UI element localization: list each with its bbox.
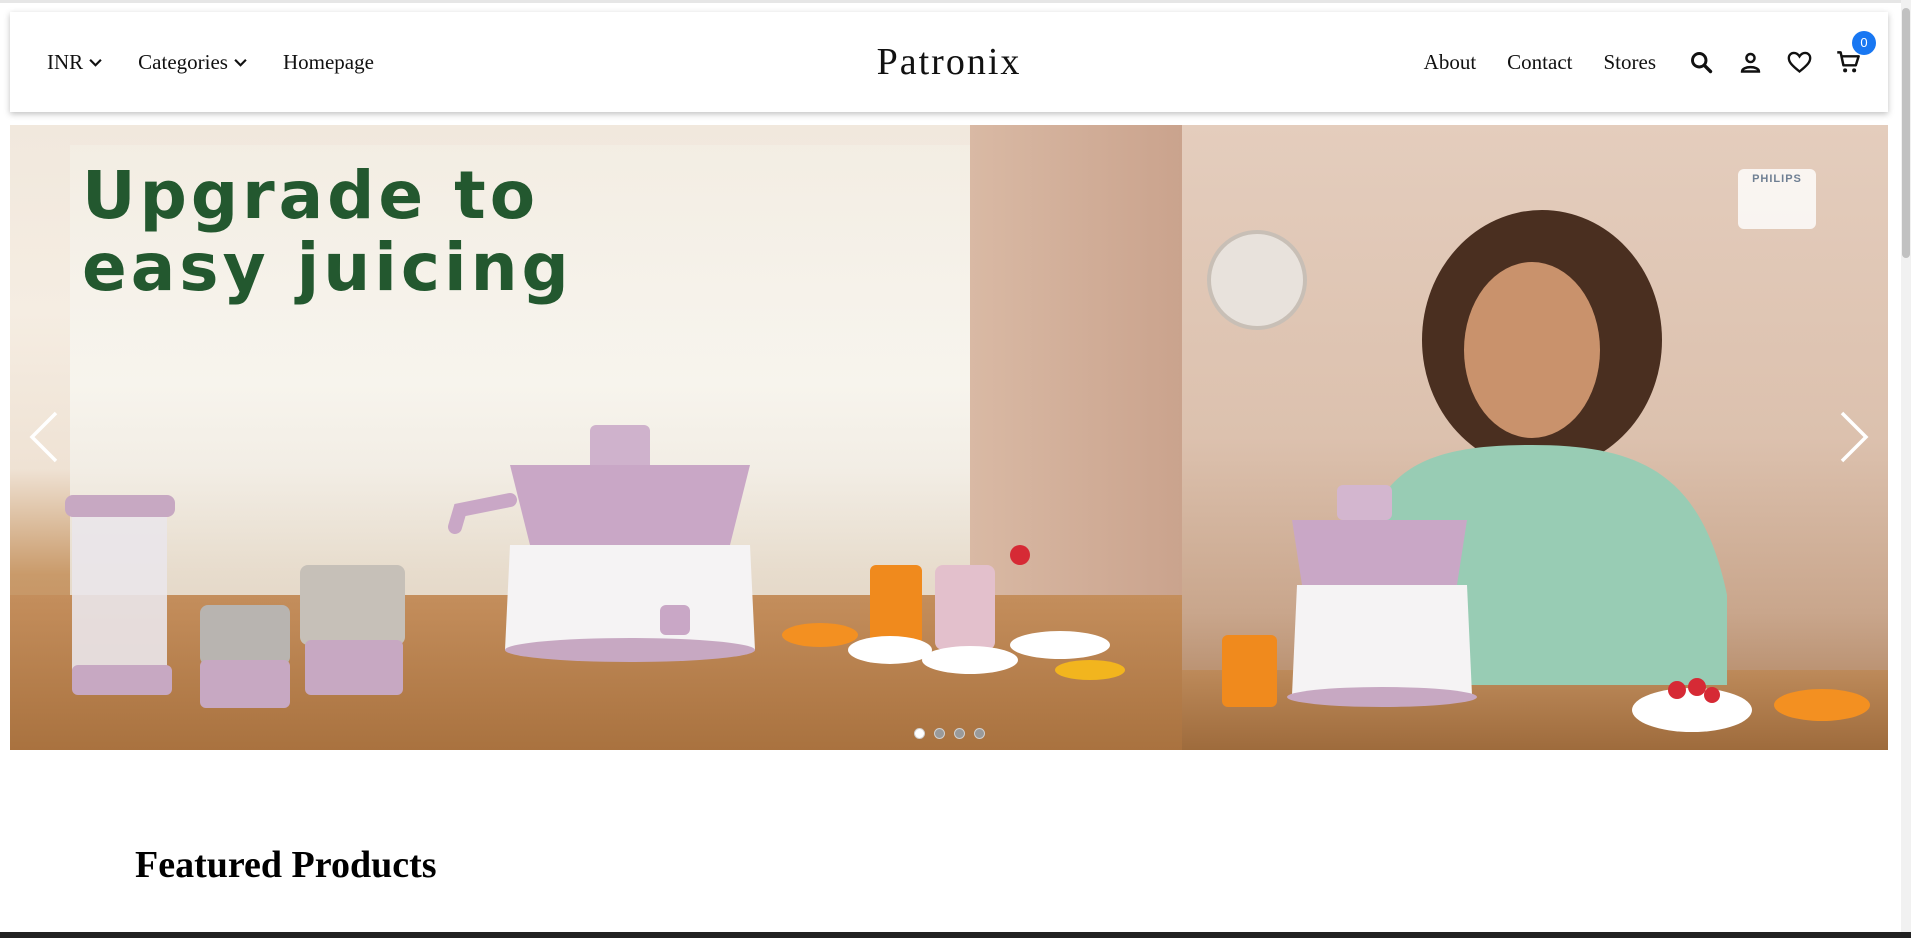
cart-count-badge: 0 — [1852, 30, 1876, 55]
brand-shield-logo: PHILIPS — [1738, 169, 1816, 229]
hero-carousel: Upgrade to easy juicing PHILIPS — [10, 125, 1888, 750]
hero-headline-line2: easy juicing — [82, 229, 573, 306]
site-header: INR Categories Homepage Patronix About C… — [10, 12, 1888, 112]
hero-image-right: PHILIPS — [1182, 125, 1888, 750]
categories-label: Categories — [138, 49, 228, 74]
contact-link[interactable]: Contact — [1507, 50, 1572, 75]
carousel-indicators — [10, 728, 1888, 739]
header-icons: 0 — [1688, 12, 1876, 112]
stores-link[interactable]: Stores — [1604, 50, 1657, 75]
cart-button[interactable]: 0 — [1835, 30, 1876, 76]
currency-label: INR — [47, 49, 84, 74]
currency-selector[interactable]: INR — [47, 50, 102, 75]
scrollbar-thumb[interactable] — [1902, 8, 1910, 258]
hero-headline: Upgrade to easy juicing — [82, 160, 573, 304]
chevron-right-icon[interactable] — [1834, 407, 1874, 467]
categories-menu[interactable]: Categories — [138, 50, 247, 75]
about-link[interactable]: About — [1424, 50, 1477, 75]
featured-products-heading: Featured Products — [135, 844, 437, 886]
browser-top-line — [0, 0, 1911, 3]
carousel-dot[interactable] — [953, 728, 965, 739]
hero-headline-line1: Upgrade to — [82, 157, 540, 234]
search-icon[interactable] — [1688, 49, 1715, 76]
hero-image-left: Upgrade to easy juicing — [10, 125, 1182, 750]
right-nav: About Contact Stores — [1424, 12, 1656, 112]
page-scrollbar[interactable] — [1901, 0, 1911, 938]
left-nav: INR Categories Homepage — [47, 12, 374, 112]
chevron-left-icon[interactable] — [24, 407, 64, 467]
chevron-down-icon — [234, 58, 247, 67]
carousel-dot[interactable] — [933, 728, 945, 739]
browser-bottom-edge — [0, 932, 1911, 938]
chevron-down-icon — [89, 58, 102, 67]
user-icon[interactable] — [1737, 49, 1764, 76]
carousel-dot[interactable] — [913, 728, 925, 739]
carousel-dot[interactable] — [973, 728, 985, 739]
homepage-label: Homepage — [282, 49, 374, 74]
heart-icon[interactable] — [1786, 49, 1813, 76]
homepage-link[interactable]: Homepage — [283, 50, 374, 75]
